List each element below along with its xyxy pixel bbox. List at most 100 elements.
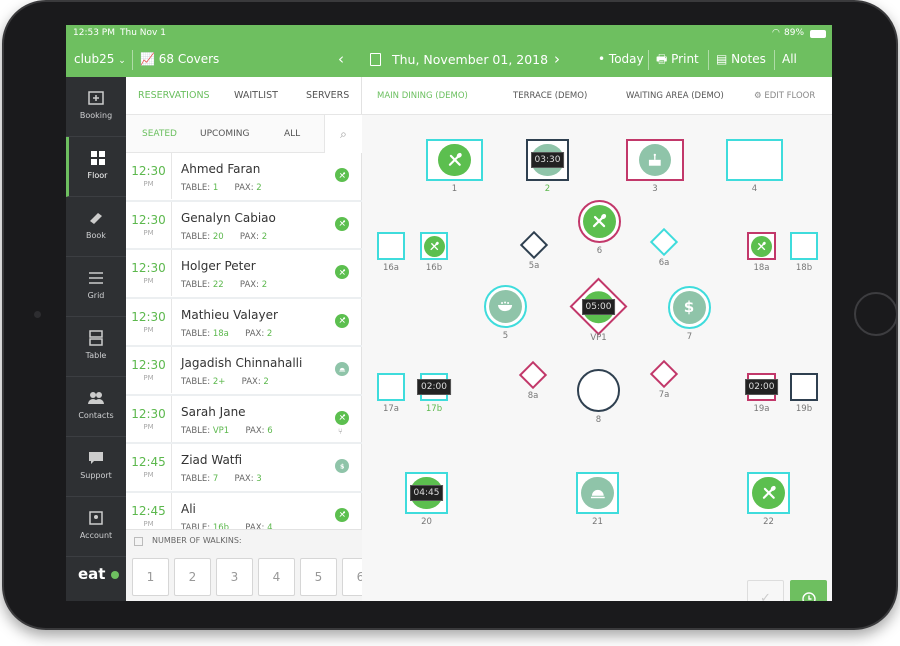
reservation-row[interactable]: 12:30 PM Ahmed Faran TABLE: 1 PAX: 2 <box>126 153 362 202</box>
tab-waitlist[interactable]: WAITLIST <box>234 77 278 115</box>
print-button[interactable]: 🖶 Print <box>656 42 699 77</box>
sidebar-item-table[interactable]: Table <box>66 317 126 377</box>
reservation-row[interactable]: 12:30 PM Mathieu Valayer TABLE: 18a PAX: 2 <box>126 298 362 347</box>
account-icon <box>89 511 103 525</box>
sidebar-item-booking[interactable]: Booking <box>66 77 126 137</box>
app-screen: 12:53 PM Thu Nov 1 ◠ 89% club25 ⌄ 📈 68 C… <box>66 25 832 601</box>
today-button[interactable]: • Today <box>598 42 644 77</box>
walkins-label: NUMBER OF WALKINS: <box>152 536 242 545</box>
table-7a[interactable] <box>649 359 679 389</box>
reservation-list[interactable]: 12:30 PM Ahmed Faran TABLE: 1 PAX: 2 12:30 PM… <box>126 153 362 529</box>
clock-button[interactable] <box>790 580 827 601</box>
guest-name: Sarah Jane <box>181 404 246 419</box>
tab-servers[interactable]: SERVERS <box>306 77 349 115</box>
sidebar-item-book[interactable]: Book <box>66 197 126 257</box>
table-4[interactable] <box>726 139 783 181</box>
walkin-count-button[interactable]: 1 <box>132 558 169 596</box>
walkin-count-button[interactable]: 2 <box>174 558 211 596</box>
prev-day-button[interactable]: ‹ <box>338 42 344 77</box>
table-16b[interactable] <box>420 232 448 260</box>
pax-count: 3 <box>256 474 262 484</box>
sidebar-item-account[interactable]: Account <box>66 497 126 557</box>
sidebar-item-floor[interactable]: Floor <box>66 137 126 197</box>
reservation-row[interactable]: 12:30 PM Sarah Jane TABLE: VP1 PAX: 6 ⑂ <box>126 395 362 444</box>
home-button[interactable] <box>854 292 898 336</box>
table-18b[interactable] <box>790 232 818 260</box>
tab-terrace[interactable]: TERRACE (DEMO) <box>513 77 587 115</box>
venue-name: club25 <box>74 52 115 66</box>
sidebar-item-contacts[interactable]: Contacts <box>66 377 126 437</box>
table-22[interactable] <box>747 472 790 514</box>
table-6a[interactable] <box>649 227 679 257</box>
clock-icon <box>801 591 816 601</box>
covers-button[interactable]: 📈 68 Covers <box>140 42 219 77</box>
table-label: 16b <box>425 263 443 273</box>
utensils-icon <box>335 216 349 231</box>
walkin-count-button[interactable]: 4 <box>258 558 295 596</box>
reservation-time: 12:30 PM <box>126 153 172 199</box>
reservation-row[interactable]: 12:30 PM Holger Peter TABLE: 22 PAX: 2 <box>126 250 362 299</box>
table-17a[interactable] <box>377 373 405 401</box>
subtab-upcoming[interactable]: UPCOMING <box>200 115 250 153</box>
table-timer: 04:45 <box>409 485 444 501</box>
table-8[interactable] <box>577 369 620 412</box>
contacts-icon <box>88 392 104 404</box>
next-day-button[interactable]: › <box>554 42 560 77</box>
reservation-row[interactable]: 12:45 PM Ziad Watfi TABLE: 7 PAX: 3 $ <box>126 444 362 493</box>
table-number: 7 <box>212 474 219 484</box>
table-number: 20 <box>212 231 224 242</box>
table-5[interactable] <box>484 285 527 328</box>
print-label: Print <box>671 52 699 66</box>
table-21[interactable] <box>576 472 619 514</box>
subtab-seated[interactable]: SEATED <box>142 115 177 153</box>
check-button[interactable]: ✓ <box>747 580 784 601</box>
notes-button[interactable]: ▤ Notes <box>716 42 766 77</box>
reservation-time: 12:45 PM <box>126 492 172 529</box>
table-8a[interactable] <box>518 360 548 390</box>
floor-plan: MAIN DINING (DEMO) TERRACE (DEMO) WAITIN… <box>362 77 832 601</box>
guest-name: Holger Peter <box>181 259 256 273</box>
reservation-row[interactable]: 12:30 PM Genalyn Cabiao TABLE: 20 PAX: 2 <box>126 201 362 250</box>
notes-icon: ▤ <box>716 52 728 66</box>
table-1[interactable] <box>426 139 483 181</box>
header-bar: club25 ⌄ 📈 68 Covers ‹ Thu, November 01,… <box>66 42 832 101</box>
reservation-meta: TABLE: 22 PAX: 2 <box>181 280 268 290</box>
sidebar-item-label: Grid <box>87 291 105 300</box>
utensils-icon <box>582 204 617 239</box>
table-5a[interactable] <box>519 230 549 260</box>
table-label: 1 <box>451 184 458 194</box>
tab-main-dining[interactable]: MAIN DINING (DEMO) <box>377 77 468 115</box>
date-picker[interactable]: Thu, November 01, 2018 <box>392 42 548 77</box>
walkin-count-button[interactable]: 3 <box>216 558 253 596</box>
table-16a[interactable] <box>377 232 405 260</box>
table-3[interactable] <box>626 139 684 181</box>
reservation-meta: TABLE: 7 PAX: 3 <box>181 474 262 484</box>
table-timer: 05:00 <box>581 298 616 315</box>
table-label: 17b <box>425 404 443 414</box>
reservation-row[interactable]: 12:45 PM Ali TABLE: 16b PAX: 4 <box>126 492 362 529</box>
venue-selector[interactable]: club25 ⌄ <box>74 42 126 79</box>
tab-reservations[interactable]: RESERVATIONS <box>138 77 210 115</box>
svg-text:$: $ <box>340 463 344 470</box>
reservation-meta: TABLE: 20 PAX: 2 <box>181 231 268 242</box>
cloche-icon <box>581 476 614 510</box>
table-19b[interactable] <box>790 373 818 401</box>
reservation-meta: TABLE: VP1 PAX: 6 <box>181 425 273 436</box>
guest-name: Ziad Watfi <box>181 453 243 467</box>
camera <box>34 311 41 318</box>
table-6[interactable] <box>578 200 621 243</box>
grid-icon <box>90 151 105 165</box>
pax-count: 2 <box>263 377 269 387</box>
walkin-count-button[interactable]: 5 <box>300 558 337 596</box>
subtab-all[interactable]: ALL <box>284 115 300 153</box>
table-18a[interactable] <box>747 232 776 260</box>
edit-floor-button[interactable]: ⚙ EDIT FLOOR <box>754 77 815 115</box>
cake-icon <box>638 143 672 177</box>
sidebar-item-grid[interactable]: Grid <box>66 257 126 317</box>
search-icon[interactable]: ⌕ <box>324 115 362 153</box>
sidebar-item-support[interactable]: Support <box>66 437 126 497</box>
sidebar-item-label: Floor <box>87 171 108 180</box>
table-7[interactable]: $ <box>668 286 711 329</box>
tab-waiting-area[interactable]: WAITING AREA (DEMO) <box>626 77 724 115</box>
reservation-row[interactable]: 12:30 PM Jagadish Chinnahalli TABLE: 2+ PAX… <box>126 347 362 396</box>
